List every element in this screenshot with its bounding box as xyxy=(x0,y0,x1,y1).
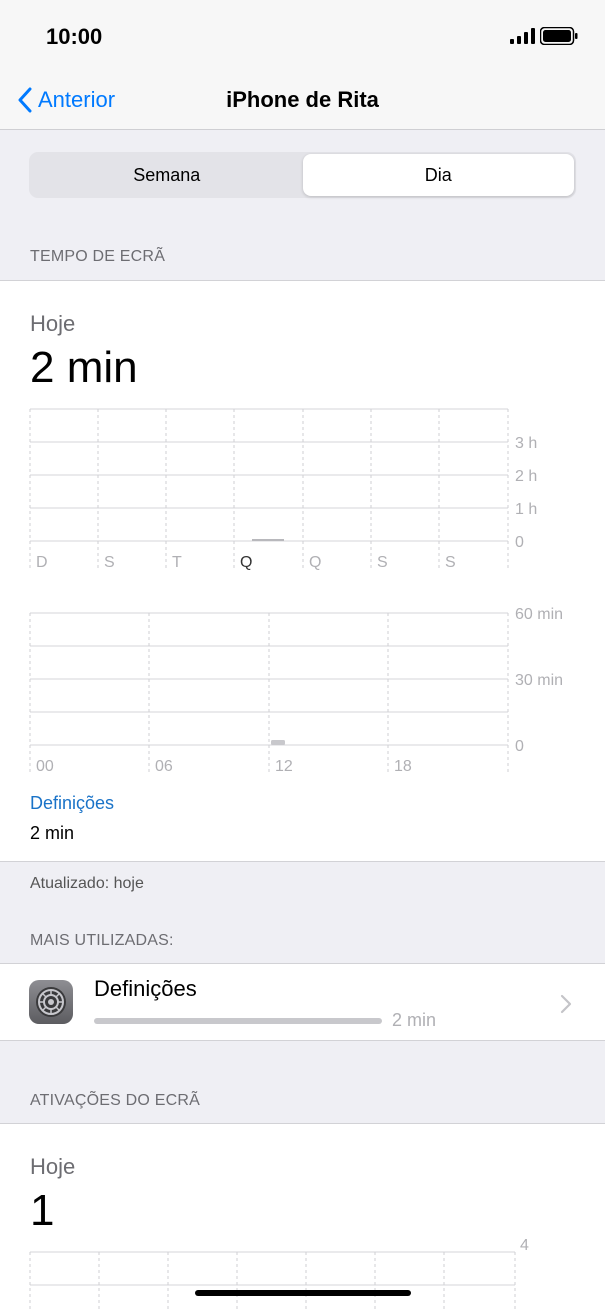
app-name: Definições xyxy=(94,976,197,1001)
pickups-header: ATIVAÇÕES DO ECRÃ xyxy=(30,1092,200,1109)
settings-gear-glyph xyxy=(36,987,66,1017)
hourly-x-tick: 12 xyxy=(275,758,293,775)
weekly-y-tick: 0 xyxy=(515,534,524,551)
weekly-y-tick: 1 h xyxy=(515,501,537,518)
weekly-x-tick-selected: Q xyxy=(240,554,252,571)
pickups-total: 1 xyxy=(30,1186,55,1235)
segment-day[interactable]: Dia xyxy=(302,154,574,196)
navigation-bar: Anterior iPhone de Rita xyxy=(0,70,605,130)
hourly-y-tick: 30 min xyxy=(515,672,563,689)
cellular-signal-icon xyxy=(510,28,535,44)
pickups-chart: 4 xyxy=(0,1236,605,1310)
most-used-header: MAIS UTILIZADAS: xyxy=(30,932,174,949)
most-used-row-settings[interactable]: Definições 2 min xyxy=(0,963,605,1041)
pickups-y-tick: 4 xyxy=(520,1237,529,1254)
segment-week[interactable]: Semana xyxy=(31,154,303,196)
chevron-right-icon xyxy=(560,994,572,1014)
settings-gear-icon xyxy=(29,980,73,1024)
weekly-bar-wednesday xyxy=(252,539,284,541)
weekly-x-tick: T xyxy=(172,554,182,571)
updated-label: Atualizado: hoje xyxy=(30,875,144,892)
home-indicator xyxy=(195,1290,411,1296)
screen-time-card: Hoje 2 min 3 h 2 h 1 h 0 D S T Q Q S S 6… xyxy=(0,280,605,862)
hourly-usage-chart: 60 min 30 min 0 00 06 12 18 xyxy=(0,599,605,779)
app-usage-time: 2 min xyxy=(392,1010,437,1030)
screen-time-total: 2 min xyxy=(30,343,138,392)
pickups-period: Hoje xyxy=(30,1154,76,1179)
hourly-y-tick: 0 xyxy=(515,738,524,755)
weekly-y-tick: 3 h xyxy=(515,435,537,452)
weekly-x-tick: S xyxy=(445,554,456,571)
hourly-x-tick: 18 xyxy=(394,758,412,775)
weekly-x-tick: S xyxy=(104,554,115,571)
page-title: iPhone de Rita xyxy=(226,87,379,112)
screen-time-period: Hoje xyxy=(30,311,76,336)
pickups-card: Hoje 1 4 xyxy=(0,1123,605,1310)
weekly-x-tick: Q xyxy=(309,554,321,571)
period-segmented-control[interactable]: Semana Dia xyxy=(29,152,576,198)
pickups-chart-svg: 4 xyxy=(29,1237,529,1310)
category-link[interactable]: Definições xyxy=(30,793,114,814)
weekly-x-tick: D xyxy=(36,554,48,571)
weekly-x-tick: S xyxy=(377,554,388,571)
weekly-y-tick: 2 h xyxy=(515,468,537,485)
status-bar: 10:00 xyxy=(0,0,605,70)
usage-bar xyxy=(94,1018,382,1024)
hourly-x-tick: 06 xyxy=(155,758,173,775)
hourly-x-tick: 00 xyxy=(36,758,54,775)
hourly-y-tick: 60 min xyxy=(515,606,563,623)
weekly-usage-chart: 3 h 2 h 1 h 0 D S T Q Q S S xyxy=(0,405,605,575)
category-time: 2 min xyxy=(30,823,75,843)
weekly-chart-svg: 3 h 2 h 1 h 0 D S T Q Q S S xyxy=(29,408,537,571)
screen-time-header: TEMPO DE ECRÃ xyxy=(30,248,166,265)
status-time: 10:00 xyxy=(46,24,103,49)
hourly-bar-12 xyxy=(271,740,285,745)
hourly-chart-svg: 60 min 30 min 0 00 06 12 18 xyxy=(29,606,563,775)
battery-icon xyxy=(540,27,578,45)
